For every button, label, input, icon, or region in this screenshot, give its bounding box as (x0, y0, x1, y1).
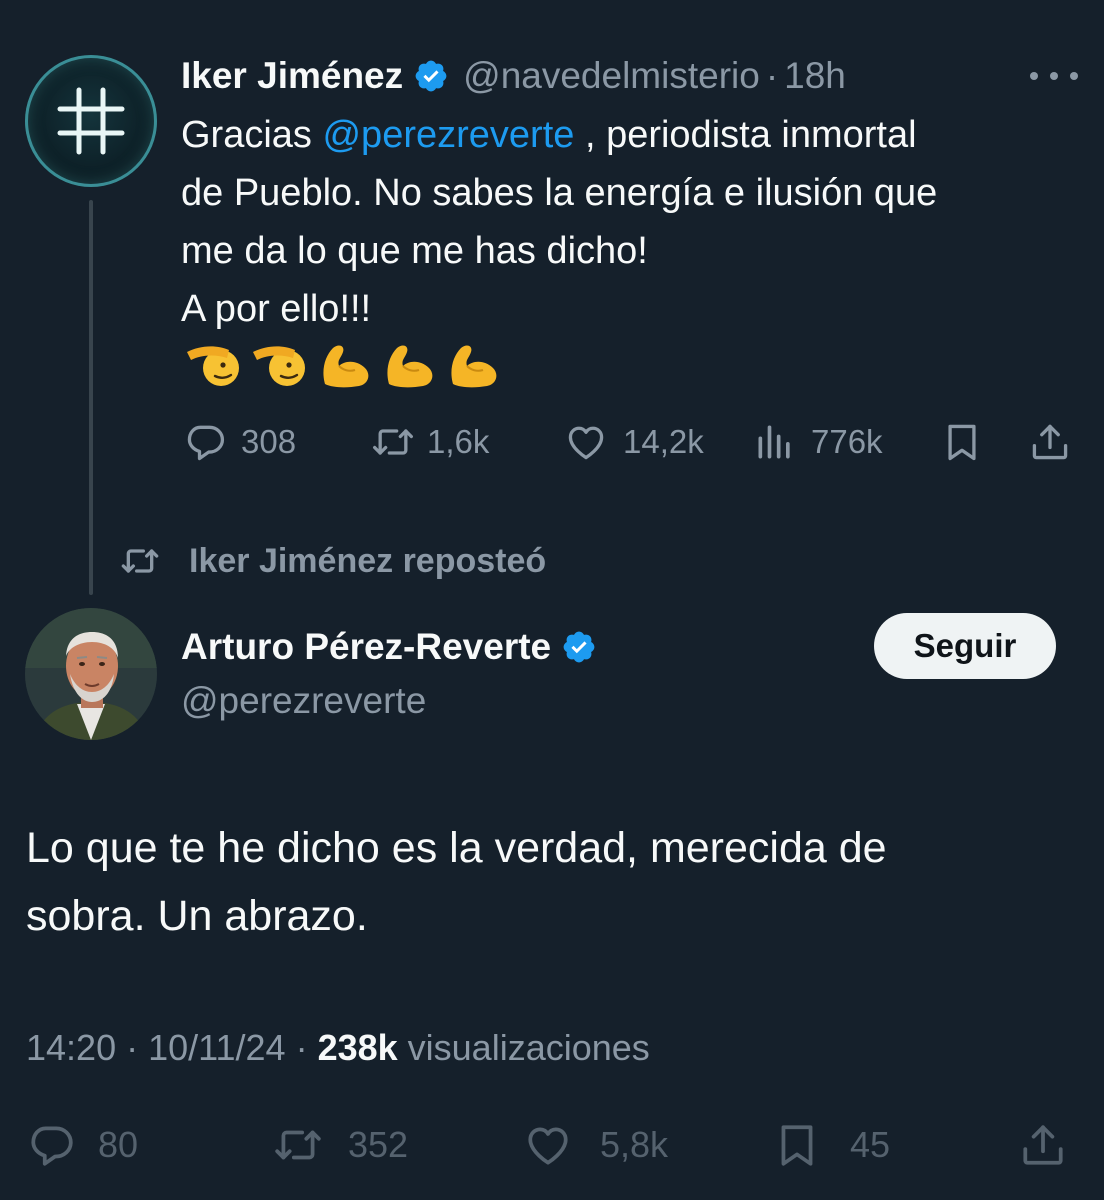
views-label[interactable]: visualizaciones (408, 1027, 650, 1069)
share-icon (1023, 1125, 1063, 1165)
repost-icon (275, 1130, 321, 1160)
analytics-icon (758, 425, 790, 459)
repost-icon (121, 549, 159, 573)
like-button[interactable]: 5,8k (522, 1112, 668, 1178)
repost-count: 1,6k (427, 423, 490, 460)
flexed-biceps-emoji-icon (451, 345, 497, 388)
separator-dot: · (126, 1027, 139, 1068)
separator-dot: · (765, 55, 779, 96)
tweet-text-line: A por ello!!! (181, 288, 372, 330)
bookmark-count: 45 (850, 1124, 891, 1165)
heart-icon (568, 426, 604, 460)
separator-dot: · (295, 1027, 308, 1068)
repost-button[interactable]: 352 (270, 1112, 408, 1178)
avatar-arturo[interactable] (25, 608, 157, 740)
tweet-time[interactable]: 18h (784, 55, 846, 97)
bookmark-button[interactable]: 45 (772, 1112, 890, 1178)
quoted-tweet-header: Arturo Pérez-Reverte (181, 621, 597, 673)
like-button[interactable]: 14,2k (563, 412, 704, 472)
author-handle[interactable]: @navedelmisterio (463, 55, 760, 97)
repost-count: 352 (348, 1124, 409, 1165)
repost-label[interactable]: Iker Jiménez reposteó (189, 542, 546, 581)
tweet-metadata: 14:20 · 10/11/24 · 238k visualizaciones (26, 1022, 650, 1074)
tweet-text-line: me da lo que me has dicho! (181, 230, 648, 272)
like-count: 5,8k (600, 1124, 669, 1165)
reply-icon (31, 1126, 73, 1166)
views-count: 238k (317, 1027, 398, 1068)
tweet-action-bar: 80 352 5,8k 45 (26, 1112, 1070, 1178)
verified-badge-icon (413, 58, 449, 94)
thread-line (89, 200, 93, 595)
reply-button[interactable]: 80 (26, 1112, 138, 1178)
author-name[interactable]: Arturo Pérez-Reverte (181, 626, 551, 668)
heart-icon (528, 1127, 568, 1165)
views-button[interactable]: 776k (753, 412, 883, 472)
bookmark-button[interactable] (940, 412, 984, 472)
tweet-action-bar: 308 1,6k 14,2k 776k (183, 412, 1078, 472)
tweet-date[interactable]: 10/11/24 (148, 1027, 285, 1069)
views-count: 776k (811, 423, 883, 460)
tweet-text: Gracias @perezreverte , periodista inmor… (181, 106, 1081, 338)
mention-link[interactable]: @perezreverte (322, 114, 574, 156)
like-count: 14,2k (623, 423, 704, 460)
repost-icon (373, 429, 413, 455)
tweet-text: Lo que te he dicho es la verdad, merecid… (26, 814, 1076, 950)
reply-button[interactable]: 308 (183, 412, 296, 472)
more-options-icon[interactable] (1030, 62, 1078, 90)
reply-icon (187, 425, 225, 461)
reply-count: 80 (98, 1124, 139, 1165)
tweet-time[interactable]: 14:20 (26, 1027, 116, 1069)
share-icon (1032, 424, 1068, 460)
author-handle[interactable]: @perezreverte (181, 680, 426, 722)
author-name[interactable]: Iker Jiménez (181, 55, 403, 97)
profile-photo-icon (25, 608, 157, 740)
reply-count: 308 (241, 423, 297, 460)
saluting-face-emoji-icon (187, 346, 239, 386)
avatar-iker[interactable] (25, 55, 157, 187)
tweet-text-line: Gracias @perezreverte , periodista inmor… (181, 114, 917, 156)
hashtag-grid-logo-icon (57, 87, 125, 155)
emoji-row (183, 340, 503, 390)
verified-badge-icon (561, 629, 597, 665)
flexed-biceps-emoji-icon (387, 345, 433, 388)
repost-button[interactable]: 1,6k (369, 412, 489, 472)
tweet-text-line: de Pueblo. No sabes la energía e ilusión… (181, 172, 938, 214)
repost-indicator: Iker Jiménez reposteó (117, 536, 546, 586)
follow-button[interactable]: Seguir (874, 613, 1056, 679)
flexed-biceps-emoji-icon (323, 345, 369, 388)
share-button[interactable] (1018, 1112, 1068, 1178)
share-button[interactable] (1028, 412, 1072, 472)
bookmark-icon (781, 1125, 813, 1166)
tweet-header: Iker Jiménez @navedelmisterio · 18h (181, 52, 846, 100)
tweet-text-line: sobra. Un abrazo. (26, 892, 368, 940)
bookmark-icon (948, 424, 976, 461)
tweet-text-line: Lo que te he dicho es la verdad, merecid… (26, 824, 887, 872)
saluting-face-emoji-icon (253, 346, 305, 386)
